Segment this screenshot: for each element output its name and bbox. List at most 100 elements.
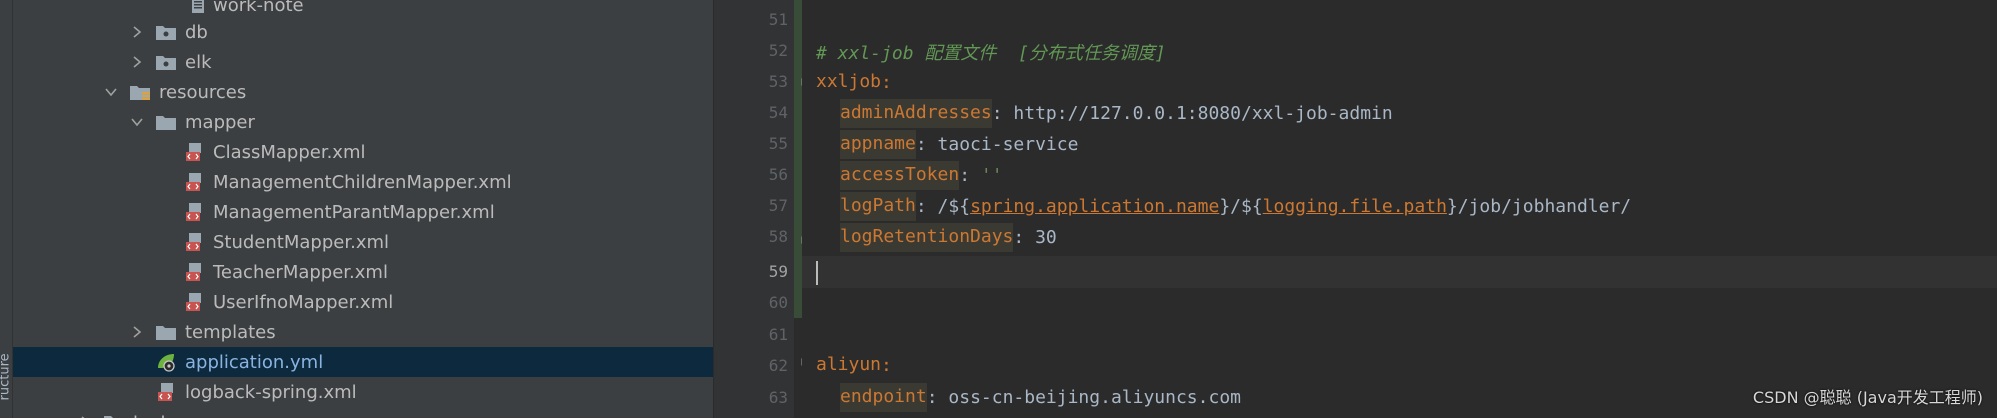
line-number: 57 [768,196,788,215]
tree-item-label: db [185,21,208,43]
yaml-key: xxljob [816,71,882,92]
line-number: 63 [768,388,788,407]
yaml-key: adminAddresses [840,99,992,128]
watermark: CSDN @聪聪 (Java开发工程师) [1752,388,1983,407]
chevron-down-icon[interactable] [105,86,117,98]
tree-item-label: ManagementParantMapper.xml [213,201,495,223]
chevron-right-icon[interactable] [131,326,143,338]
tree-item-label: mapper [185,111,255,133]
tree-item-file[interactable]: ManagementParantMapper.xml [13,197,713,227]
tree-item-label: application.yml [185,351,324,373]
code-line-54[interactable]: adminAddresses: http://127.0.0.1:8080/xx… [840,98,1393,129]
code-line-55[interactable]: appname: taoci-service [840,129,1078,160]
yaml-key: logPath [840,192,916,221]
code-line-56[interactable]: accessToken: '' [840,160,1003,191]
text-caret [816,260,818,285]
line-number: 58 [768,227,788,246]
tree-item-label: UserIfnoMapper.xml [213,291,394,313]
vcs-change-marker[interactable] [794,0,802,318]
line-number: 54 [768,103,788,122]
code-editor[interactable]: # xxl-job 配置文件 [分布式任务调度] xxljob: adminAd… [802,0,1997,418]
code-line-63[interactable]: endpoint: oss-cn-beijing.aliyuncs.com [840,382,1241,413]
yaml-value: taoci-service [937,134,1079,155]
xml-mapper-file-icon [158,383,173,401]
xml-mapper-file-icon [186,203,201,221]
code-line-58[interactable]: logRetentionDays: 30 [840,222,1057,253]
tree-item-test[interactable]: test [13,407,713,418]
folder-icon [156,326,176,340]
line-number: 51 [768,10,788,29]
folder-icon [104,416,124,418]
code-line-59[interactable] [816,257,818,288]
line-number: 55 [768,134,788,153]
yaml-string-value: '' [980,165,1003,186]
yaml-separator: : [881,355,892,376]
tree-item-file[interactable]: UserIfnoMapper.xml [13,287,713,317]
tree-item-label: work-note [213,0,304,16]
line-number: 56 [768,165,788,184]
folder-icon [156,56,176,70]
tree-item-label: templates [185,321,276,343]
tree-item-elk[interactable]: elk [13,47,713,77]
folder-icon [156,26,176,40]
yaml-key: logRetentionDays [840,223,1014,252]
chevron-down-icon[interactable] [131,116,143,128]
tree-item-label: ClassMapper.xml [213,141,366,163]
tree-item-label: test [133,412,168,418]
tree-item-label: TeacherMapper.xml [213,261,388,283]
property-reference[interactable]: logging.file.path [1263,196,1447,217]
yaml-separator: : [915,134,938,155]
tree-item-file[interactable]: ClassMapper.xml [13,137,713,167]
xml-mapper-file-icon [186,233,201,251]
tree-item-label: logback-spring.xml [185,381,357,403]
xml-mapper-file-icon [186,173,201,191]
xml-mapper-file-icon [186,263,201,281]
code-line-57[interactable]: logPath: /${spring.application.name}/${l… [840,191,1631,222]
tree-item-mapper[interactable]: mapper [13,107,713,137]
tree-item-templates[interactable]: templates [13,317,713,347]
yaml-value: http://127.0.0.1:8080/xxl-job-admin [1013,103,1393,124]
yaml-separator: : [959,165,981,186]
caret-row-highlight [802,256,1997,288]
property-reference[interactable]: spring.application.name [970,196,1219,217]
yaml-key: endpoint [840,383,927,412]
code-line-62[interactable]: aliyun: [816,350,892,381]
line-number: 61 [768,325,788,344]
spring-yaml-file-icon [158,354,175,372]
code-line-52[interactable]: # xxl-job 配置文件 [分布式任务调度] [816,36,1166,67]
structure-tab-label[interactable]: ructure [0,353,13,400]
yaml-key: appname [840,130,916,159]
code-line-53[interactable]: xxljob: [816,67,892,98]
yaml-value: oss-cn-beijing.aliyuncs.com [948,387,1241,408]
chevron-right-icon[interactable] [131,26,143,38]
tree-item-logback-spring-xml[interactable]: logback-spring.xml [13,377,713,407]
tree-item-db[interactable]: db [13,17,713,47]
yaml-comment: # xxl-job 配置文件 [分布式任务调度] [816,42,1166,64]
resources-folder-icon [130,86,150,100]
yaml-key: accessToken [840,161,960,190]
yaml-separator: : [881,72,892,93]
line-number: 52 [768,41,788,60]
yaml-value-part: }/${ [1219,196,1263,217]
xml-mapper-file-icon [186,293,201,311]
tree-item-resources[interactable]: resources [13,77,713,107]
line-number: 53 [768,72,788,91]
tree-item-label: ManagementChildrenMapper.xml [213,171,512,193]
line-number-current: 59 [768,262,788,281]
structure-tool-stripe[interactable]: ructure [0,0,13,418]
tree-item-file[interactable]: ManagementChildrenMapper.xml [13,167,713,197]
chevron-right-icon[interactable] [131,56,143,68]
yaml-separator: : [1013,227,1036,248]
yaml-value-part: }/job/jobhandler/ [1446,196,1632,217]
tree-item-file[interactable]: StudentMapper.xml [13,227,713,257]
tree-item-label: resources [159,81,247,103]
yaml-separator: : [991,103,1014,124]
tree-item-file[interactable]: TeacherMapper.xml [13,257,713,287]
xml-mapper-file-icon [186,143,201,161]
tree-item-label: StudentMapper.xml [213,231,390,253]
line-number: 62 [768,356,788,375]
tree-item-application-yml[interactable]: application.yml [13,347,713,377]
folder-icon [156,116,176,130]
text-file-icon [192,0,204,13]
tree-item-label: elk [185,51,212,73]
